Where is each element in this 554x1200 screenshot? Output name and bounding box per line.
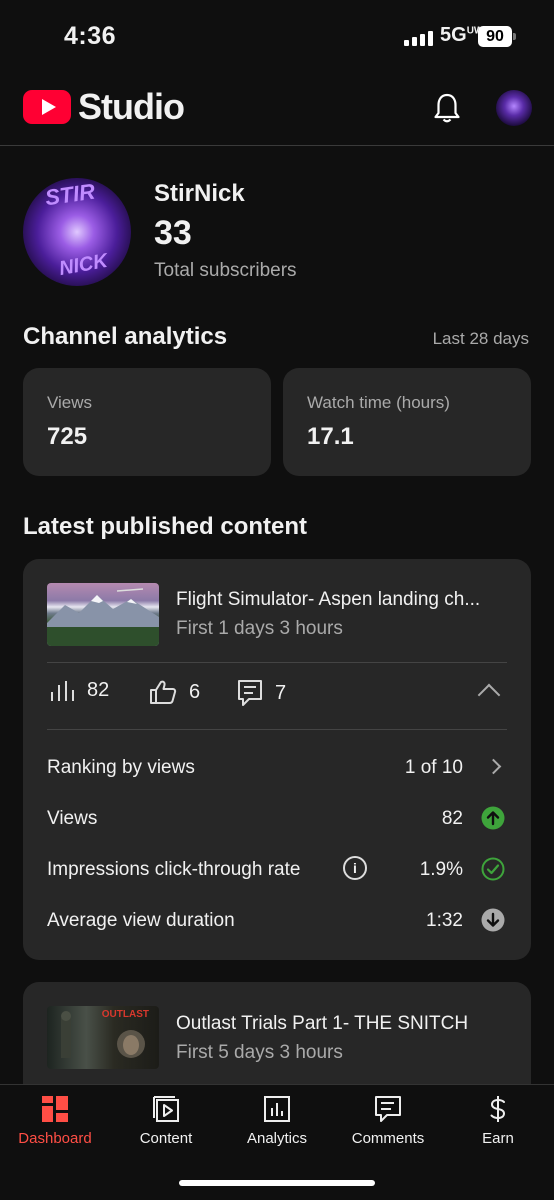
- views-row-label: Views: [47, 808, 98, 829]
- analytics-period: Last 28 days: [432, 329, 529, 348]
- video-subtitle: First 5 days 3 hours: [176, 1042, 343, 1063]
- subscriber-label: Total subscribers: [154, 260, 297, 281]
- thumbs-up-icon: [150, 680, 177, 704]
- comment-icon: [238, 680, 262, 706]
- views-row-value: 82: [441, 808, 463, 829]
- bar-chart-icon: [51, 680, 74, 701]
- studio-wordmark[interactable]: Studio: [78, 86, 185, 128]
- avg-duration-row: Average view duration 1:32: [47, 908, 507, 940]
- watch-time-card[interactable]: Watch time (hours) 17.1: [283, 368, 531, 476]
- watch-time-card-label: Watch time (hours): [307, 393, 450, 412]
- chevron-up-icon[interactable]: [477, 683, 501, 707]
- watch-time-card-value: 17.1: [307, 423, 354, 450]
- nav-dashboard-label: Dashboard: [18, 1130, 92, 1147]
- analytics-icon: [264, 1096, 290, 1122]
- video-subtitle: First 1 days 3 hours: [176, 618, 343, 639]
- channel-avatar[interactable]: STIR NICK: [23, 178, 131, 286]
- video-title[interactable]: Outlast Trials Part 1- THE SNITCH: [176, 1013, 516, 1035]
- likes-stat-value: 6: [189, 680, 201, 703]
- game-scene: [61, 1011, 145, 1058]
- network-type: 5G: [440, 24, 467, 46]
- avatar-text-bottom: NICK: [57, 249, 110, 281]
- video-card: Flight Simulator- Aspen landing ch... Fi…: [23, 559, 531, 960]
- avatar-text-top: STIR: [43, 178, 97, 211]
- app-header: Studio: [0, 72, 554, 146]
- signal-icon: [404, 30, 433, 46]
- check-circle-green-icon: [481, 857, 505, 881]
- video-thumbnail[interactable]: OUTLAST: [47, 1006, 159, 1069]
- arrow-down-gray-icon: [481, 908, 505, 932]
- nav-analytics[interactable]: Analytics: [222, 1085, 332, 1155]
- video-title[interactable]: Flight Simulator- Aspen landing ch...: [176, 589, 516, 611]
- status-time: 4:36: [64, 22, 117, 50]
- dashboard-icon: [42, 1096, 68, 1122]
- youtube-logo-icon[interactable]: [23, 90, 71, 124]
- home-indicator[interactable]: [179, 1180, 375, 1186]
- content-icon: [153, 1096, 179, 1122]
- bell-icon[interactable]: [432, 92, 462, 124]
- status-bar: 4:36 5GUW 90: [0, 0, 554, 72]
- views-card-label: Views: [47, 393, 93, 412]
- nav-comments[interactable]: Comments: [333, 1085, 443, 1155]
- ctr-value: 1.9%: [419, 859, 463, 880]
- views-stat-value: 82: [87, 679, 110, 701]
- dollar-icon: [490, 1096, 506, 1122]
- chevron-right-icon[interactable]: [485, 758, 502, 775]
- views-row: Views 82: [47, 806, 507, 838]
- likes-stat: 6: [149, 679, 200, 705]
- divider: [47, 729, 507, 730]
- nav-dashboard[interactable]: Dashboard: [0, 1085, 110, 1155]
- info-icon[interactable]: i: [343, 856, 367, 880]
- nav-content-label: Content: [139, 1130, 193, 1147]
- latest-content-title: Latest published content: [23, 513, 308, 540]
- video-thumbnail[interactable]: [47, 583, 159, 646]
- nav-content[interactable]: Content: [111, 1085, 221, 1155]
- mountain-scene: [47, 588, 159, 646]
- arrow-up-green-icon: [481, 806, 505, 830]
- avg-duration-value: 1:32: [426, 910, 463, 931]
- views-card[interactable]: Views 725: [23, 368, 271, 476]
- nav-earn[interactable]: Earn: [443, 1085, 553, 1155]
- channel-name: StirNick: [154, 180, 245, 207]
- nav-comments-label: Comments: [351, 1130, 425, 1147]
- comments-stat: 7: [237, 679, 286, 707]
- nav-earn-label: Earn: [482, 1130, 514, 1147]
- divider: [47, 662, 507, 663]
- subscriber-count: 33: [154, 214, 192, 252]
- ranking-row[interactable]: Ranking by views 1 of 10: [47, 757, 507, 787]
- channel-analytics-title: Channel analytics: [23, 323, 228, 350]
- comments-icon: [375, 1096, 401, 1122]
- battery-icon: 90: [478, 26, 516, 47]
- ctr-row: Impressions click-through rate i 1.9%: [47, 856, 507, 889]
- avg-duration-label: Average view duration: [47, 910, 235, 931]
- ranking-label: Ranking by views: [47, 757, 195, 778]
- network-label: 5GUW: [440, 24, 483, 47]
- ranking-value: 1 of 10: [404, 757, 463, 778]
- comments-stat-value: 7: [275, 681, 287, 704]
- views-stat: 82: [49, 679, 109, 702]
- account-avatar[interactable]: [496, 90, 532, 126]
- nav-analytics-label: Analytics: [246, 1130, 308, 1147]
- ctr-label: Impressions click-through rate: [47, 859, 301, 880]
- views-card-value: 725: [47, 423, 88, 450]
